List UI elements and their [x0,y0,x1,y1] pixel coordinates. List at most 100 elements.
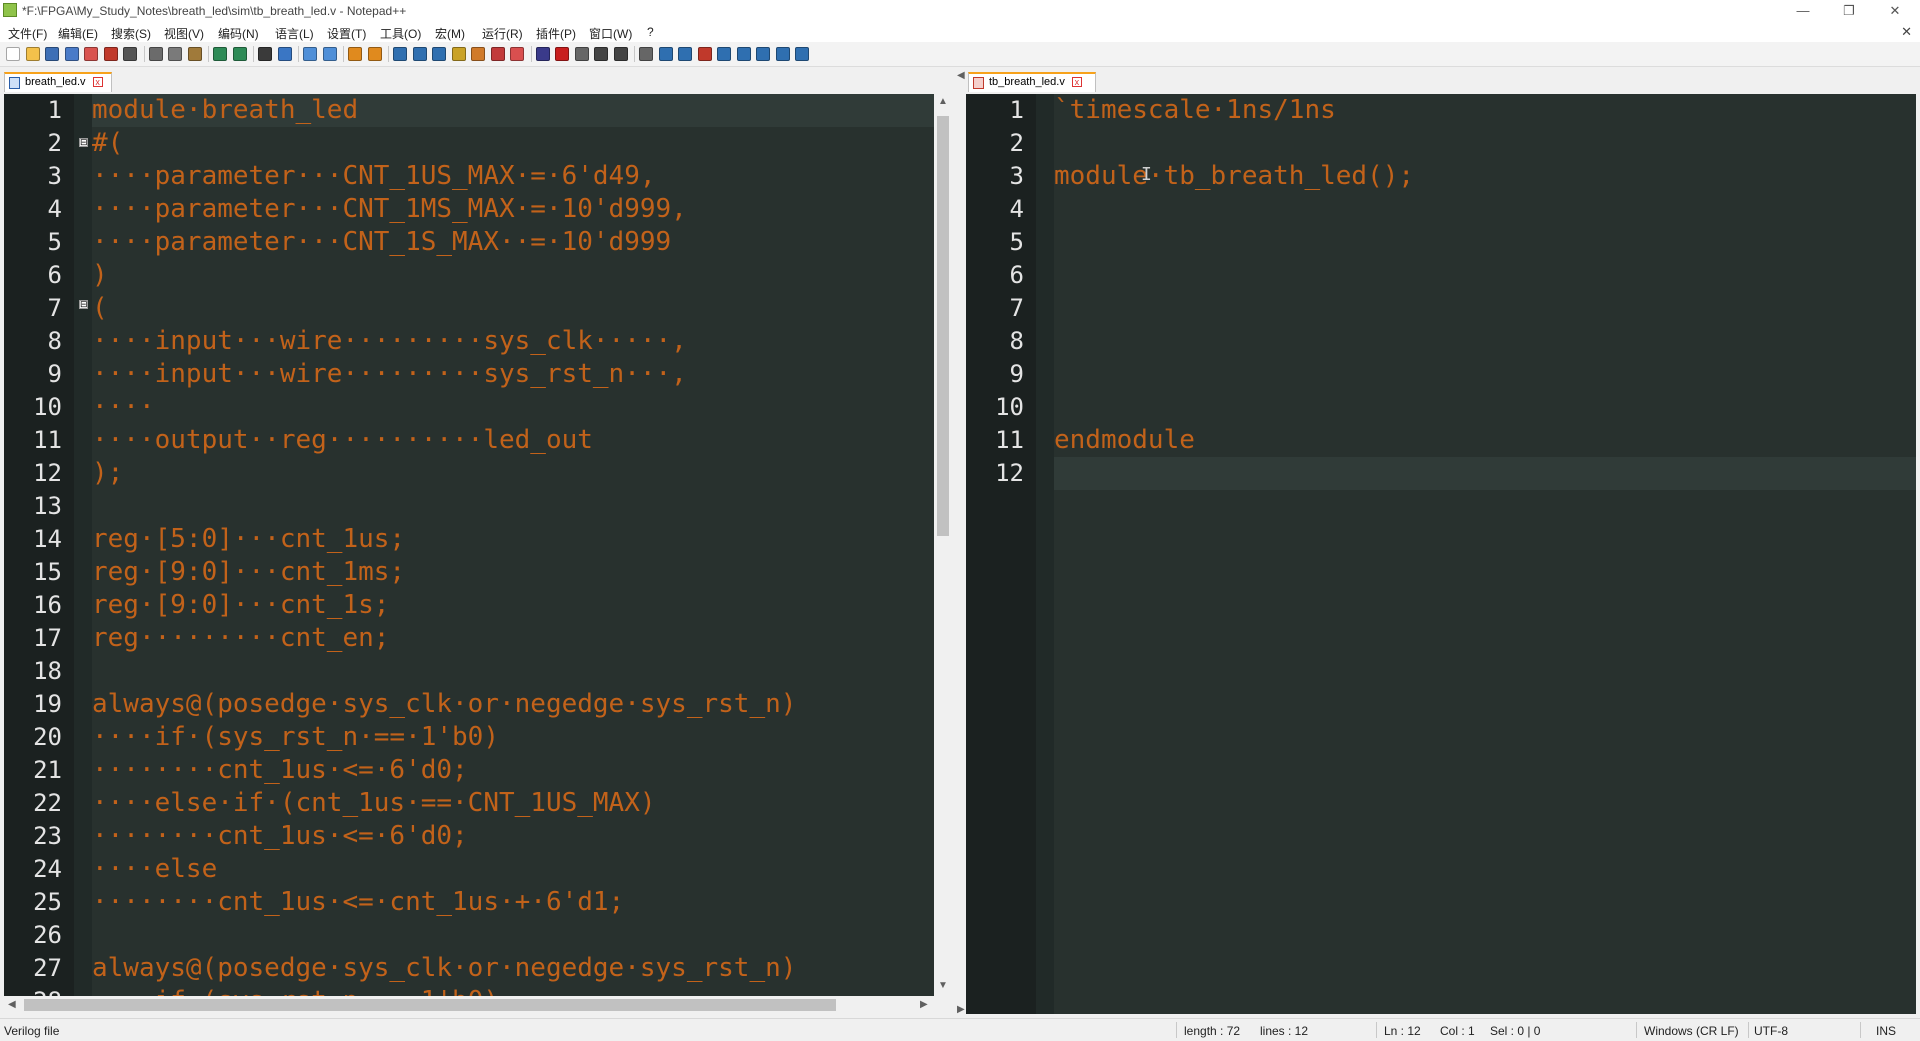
pane-splitter[interactable]: ◀ ▶ [956,70,966,1016]
doc-map-icon[interactable] [471,47,485,61]
stop-record-icon[interactable] [574,47,589,61]
new-file-icon[interactable] [6,47,20,61]
line-number: 23 [33,822,62,850]
code-line: module·breath_led [92,95,359,125]
close-document-icon[interactable]: ✕ [1901,24,1912,40]
line-number: 1 [47,96,62,124]
plugin-a-icon[interactable] [658,47,673,61]
menu-language[interactable]: 语言(L) [275,25,314,42]
redo-icon[interactable] [232,47,247,61]
plugin-c-icon[interactable] [697,47,712,61]
show-all-chars-icon[interactable] [412,47,427,61]
menu-run[interactable]: 运行(R) [482,25,523,42]
indent-guide-icon[interactable] [432,47,446,61]
close-icon[interactable] [84,47,98,61]
save-icon[interactable] [45,47,59,61]
plugin-b-icon[interactable] [678,47,692,61]
fold-margin [1036,94,1054,1014]
close-window-button[interactable]: ✕ [1872,0,1918,22]
status-col: Col : 1 [1440,1024,1475,1038]
run-macro-multiple-icon[interactable] [613,47,628,61]
print-icon[interactable] [123,47,137,61]
toolbar-separator [388,46,389,62]
menu-search[interactable]: 搜索(S) [111,25,151,42]
word-wrap-icon[interactable] [393,47,407,61]
monitoring-icon[interactable] [535,47,550,61]
code-line: ( [92,293,108,323]
function-list-icon[interactable] [490,47,505,61]
horizontal-scroll-thumb[interactable] [24,999,836,1011]
menu-encoding[interactable]: 编码(N) [218,25,259,42]
line-number: 25 [33,888,62,916]
minimize-button[interactable]: — [1780,0,1826,22]
cut-icon[interactable] [148,47,163,61]
menu-plugins[interactable]: 插件(P) [536,25,576,42]
right-editor[interactable]: 1 2 3 4 5 6 7 8 9 10 11 12 `timescale·1ns/1ns module… [966,94,1916,1014]
left-vertical-scrollbar[interactable]: ▲ ▼ [934,94,952,996]
find-icon[interactable] [258,47,272,61]
save-all-icon[interactable] [64,47,79,61]
code-line: reg·[9:0]···cnt_1s; [92,590,390,620]
line-number: 8 [1009,327,1024,355]
zoom-out-icon[interactable] [322,47,337,61]
fold-collapse-icon[interactable]: ⊟ [79,300,88,309]
menu-macro[interactable]: 宏(M) [435,25,465,42]
menu-window[interactable]: 窗口(W) [589,25,632,42]
maximize-button[interactable]: ❐ [1826,0,1872,22]
close-all-icon[interactable] [103,47,118,61]
tab-close-icon[interactable]: x [92,77,103,88]
saved-file-icon [9,77,20,89]
menu-edit[interactable]: 编辑(E) [58,25,98,42]
record-macro-icon[interactable] [555,47,569,61]
plugin-g-icon[interactable] [775,47,790,61]
left-editor[interactable]: ⊟ ⊟ 1 2 3 4 5 6 7 8 9 10 11 12 13 14 15 16 17 18 19 20 21 22 2… [4,94,934,996]
zoom-in-icon[interactable] [303,47,317,61]
line-number: 5 [47,228,62,256]
sync-vertical-icon[interactable] [348,47,362,61]
code-line: ····input···wire·········sys_clk·····, [92,326,687,356]
folder-workspace-icon[interactable] [510,47,524,61]
line-number: 27 [33,954,62,982]
plugin-e-icon[interactable] [736,47,751,61]
left-horizontal-scrollbar[interactable]: ◀ ▶ [4,996,934,1014]
menu-file[interactable]: 文件(F) [8,25,47,42]
status-divider [1376,1022,1377,1038]
plugin-d-icon[interactable] [717,47,731,61]
status-insert-mode[interactable]: INS [1876,1024,1896,1038]
menu-view[interactable]: 视图(V) [164,25,204,42]
menu-help[interactable]: ? [647,25,654,39]
menu-tools[interactable]: 工具(O) [380,25,421,42]
save-macro-icon[interactable] [639,47,653,61]
plugin-h-icon[interactable] [795,47,809,61]
scroll-down-icon[interactable]: ▼ [938,980,948,991]
splitter-left-arrow-icon[interactable]: ◀ [957,70,965,81]
tab-breath-led[interactable]: breath_led.v x [4,72,112,92]
vertical-scroll-thumb[interactable] [937,116,949,536]
status-encoding[interactable]: UTF-8 [1754,1024,1788,1038]
tab-close-icon[interactable]: x [1071,77,1082,88]
line-number: 16 [33,591,62,619]
splitter-right-arrow-icon[interactable]: ▶ [957,1004,965,1015]
plugin-f-icon[interactable] [756,47,770,61]
status-sel: Sel : 0 | 0 [1490,1024,1541,1038]
copy-icon[interactable] [168,47,182,61]
open-file-icon[interactable] [25,47,40,61]
replace-icon[interactable] [277,47,292,61]
code-line: ········cnt_1us·<=·6'd0; [92,821,468,851]
line-number: 9 [1009,360,1024,388]
scroll-left-icon[interactable]: ◀ [8,999,16,1010]
sync-horizontal-icon[interactable] [367,47,382,61]
menu-settings[interactable]: 设置(T) [327,25,366,42]
code-line: ····parameter···CNT_1US_MAX·=·6'd49, [92,161,656,191]
code-line: ····if·(sys_rst_n·==·1'b0) [92,722,499,752]
udl-icon[interactable] [451,47,466,61]
tab-tb-breath-led[interactable]: tb_breath_led.v x [968,72,1096,92]
fold-collapse-icon[interactable]: ⊟ [79,138,88,147]
undo-icon[interactable] [213,47,227,61]
scroll-up-icon[interactable]: ▲ [938,96,948,107]
status-eol[interactable]: Windows (CR LF) [1644,1024,1739,1038]
play-macro-icon[interactable] [594,47,608,61]
paste-icon[interactable] [187,47,202,61]
code-line: ····parameter···CNT_1MS_MAX·=·10'd999, [92,194,687,224]
scroll-right-icon[interactable]: ▶ [920,999,928,1010]
